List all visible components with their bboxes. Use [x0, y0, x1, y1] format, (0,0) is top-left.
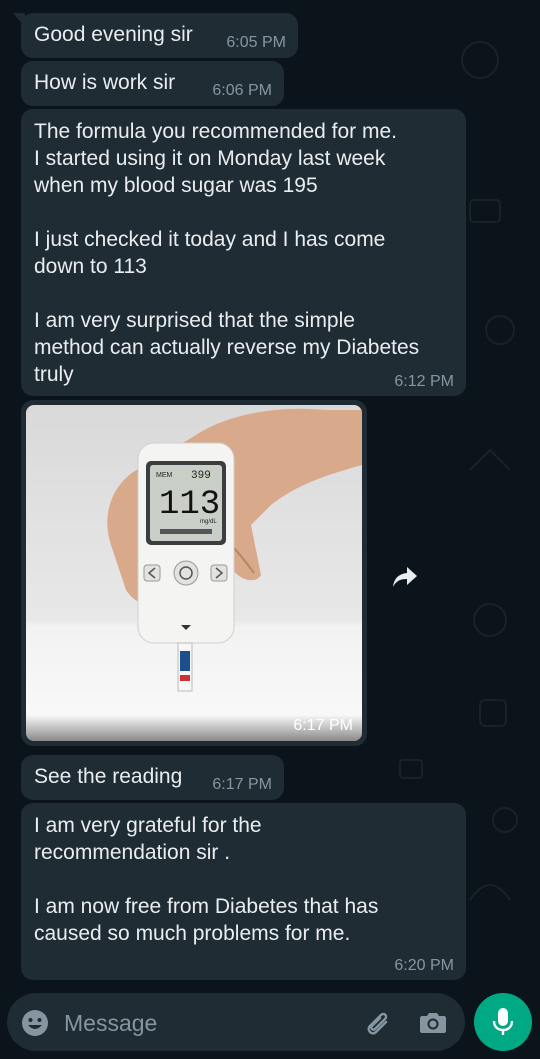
meter-mem-label: MEM — [156, 472, 173, 479]
message-time: 6:20 PM — [394, 957, 454, 974]
message-text: The formula you recommended for me. I st… — [34, 120, 420, 386]
glucose-meter-illustration: MEM 399 113 mg/dL — [107, 408, 362, 692]
message-bubble[interactable]: How is work sir 6:06 PM — [21, 61, 284, 106]
message-text: See the reading — [34, 765, 183, 788]
mic-button[interactable] — [474, 993, 532, 1051]
message-bubble[interactable]: The formula you recommended for me. I st… — [21, 109, 466, 396]
message-text: I am very grateful for the recommendatio… — [34, 814, 379, 945]
message-text: How is work sir — [34, 71, 176, 94]
mic-icon — [492, 1008, 514, 1035]
message-time: 6:12 PM — [394, 373, 454, 390]
camera-icon[interactable] — [419, 1008, 447, 1036]
message-text: Good evening sir — [34, 23, 193, 46]
bubble-tail — [13, 13, 25, 27]
forward-button[interactable] — [387, 559, 423, 595]
message-time: 6:17 PM — [212, 776, 272, 793]
emoji-icon[interactable] — [21, 1009, 49, 1037]
glucose-meter-photo[interactable]: MEM 399 113 mg/dL 6:17 PM — [26, 405, 362, 741]
meter-top-value: 399 — [191, 470, 211, 482]
message-time: 6:05 PM — [226, 34, 286, 51]
chat-messages: Good evening sir 6:05 PM How is work sir… — [0, 0, 540, 995]
message-composer[interactable]: Message — [7, 993, 465, 1051]
meter-unit: mg/dL — [200, 519, 217, 525]
message-time: 6:17 PM — [293, 717, 353, 734]
message-bubble[interactable]: See the reading 6:17 PM — [21, 755, 284, 800]
forward-icon — [393, 567, 417, 587]
message-bubble[interactable]: Good evening sir 6:05 PM — [13, 13, 298, 58]
attach-icon[interactable] — [362, 1008, 392, 1038]
message-time: 6:06 PM — [212, 82, 272, 99]
message-bubble[interactable]: I am very grateful for the recommendatio… — [21, 803, 466, 980]
message-input[interactable]: Message — [64, 1010, 157, 1037]
image-message[interactable]: MEM 399 113 mg/dL 6:17 PM — [21, 400, 367, 746]
